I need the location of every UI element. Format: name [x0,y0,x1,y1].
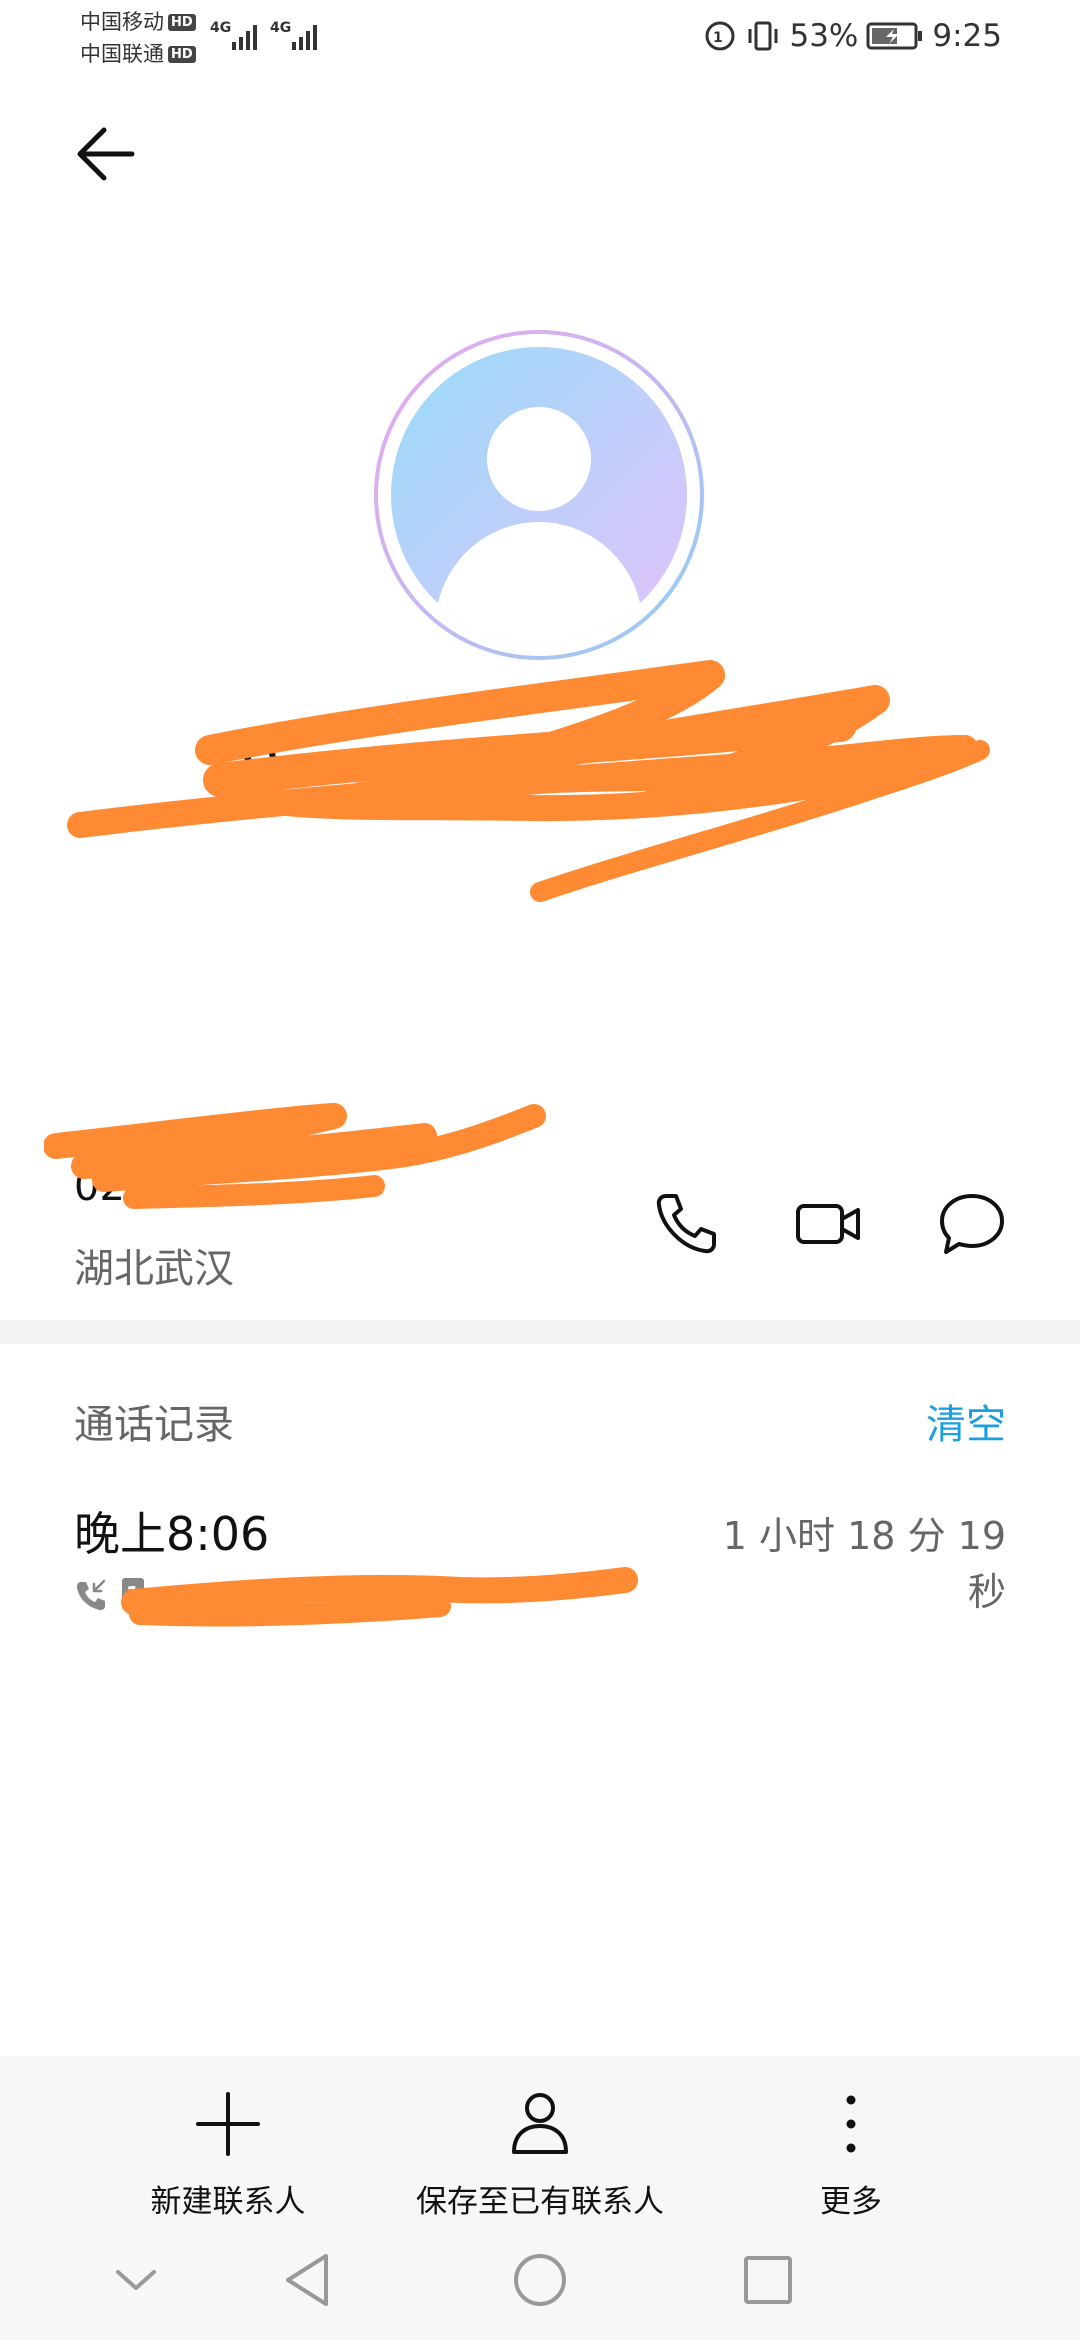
new-contact-button[interactable]: 新建联系人 [128,2082,328,2242]
carrier-info: 中国移动 HD 中国联通 HD [80,6,220,70]
save-to-existing-button[interactable]: 保存至已有联系人 [400,2082,680,2242]
status-bar: 中国移动 HD 中国联通 HD 4G 4G 1 53% 9:25 [0,0,1080,72]
phone-number: 02 [74,1164,125,1210]
phone-icon [656,1194,716,1254]
nav-recents-icon[interactable] [738,2250,798,2310]
new-contact-label: 新建联系人 [150,2184,306,2220]
carrier-1-label: 中国移动 [80,10,164,34]
video-camera-icon [796,1204,860,1244]
signal-icon: 4G 4G [210,20,317,50]
carrier-2-label: 中国联通 [80,42,164,66]
call-history-title: 通话记录 [74,1402,234,1448]
back-arrow-icon[interactable] [70,116,146,192]
location-label: 湖北武汉 [74,1246,234,1292]
hd-badge: HD [168,45,196,63]
hd-call-icon: 1 [705,21,735,51]
phone-call-button[interactable] [650,1188,722,1260]
chat-bubble-icon [940,1194,1004,1254]
call-log-duration: 1 小时 18 分 19 秒 [722,1514,1006,1614]
sim-badge: 1 [122,1578,144,1610]
clock: 9:25 [932,18,1002,54]
more-vertical-icon [846,2095,856,2153]
contact-name: 0 [240,730,281,804]
chevron-down-icon[interactable] [106,2250,166,2310]
plus-icon [196,2092,260,2156]
save-to-existing-label: 保存至已有联系人 [416,2184,664,2220]
video-call-button[interactable] [792,1188,864,1260]
clear-history-button[interactable]: 清空 [926,1392,1006,1450]
avatar [374,330,704,660]
battery-charging-icon [866,22,923,50]
nav-home-icon[interactable] [510,2250,570,2310]
more-label: 更多 [820,2184,882,2220]
svg-text:1: 1 [713,30,723,46]
more-button[interactable]: 更多 [776,2082,926,2242]
battery-percent: 53% [789,18,859,54]
nav-back-icon[interactable] [280,2250,340,2310]
status-right: 1 53% 9:25 [703,14,1002,58]
redaction-scribble [121,1567,638,1627]
message-button[interactable] [936,1188,1008,1260]
person-icon [512,2093,568,2154]
call-log-time: 晚上8:06 [74,1507,270,1561]
hd-badge: HD [168,13,196,31]
outgoing-call-icon [77,1579,106,1610]
redaction-scribble [67,660,990,902]
network-type-2: 4G [270,20,291,36]
section-divider [0,1320,1080,1344]
network-type-1: 4G [210,20,231,36]
vibrate-icon [748,21,778,51]
